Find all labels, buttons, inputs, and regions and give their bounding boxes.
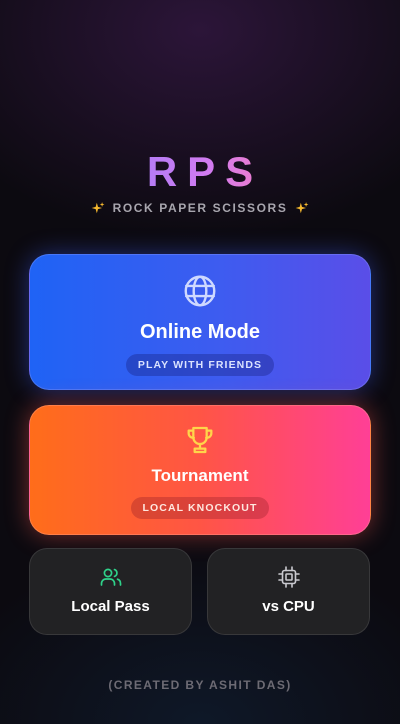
local-pass-button[interactable]: Local Pass: [29, 548, 192, 635]
sparkles-icon: [91, 202, 104, 214]
online-mode-button[interactable]: Online Mode PLAY WITH FRIENDS: [29, 254, 371, 390]
globe-icon: [184, 275, 216, 307]
creator-credit: (CREATED BY ASHIT DAS): [108, 678, 292, 692]
tournament-title: Tournament: [151, 466, 249, 485]
sparkles-icon: [296, 202, 309, 214]
trophy-icon: [187, 426, 213, 454]
online-mode-tag: PLAY WITH FRIENDS: [125, 354, 275, 376]
app-title: RPS: [146, 148, 264, 195]
cpu-chip-icon: [277, 566, 300, 588]
users-icon: [100, 568, 121, 586]
online-mode-title: Online Mode: [140, 321, 260, 343]
subtitle-text: ROCK PAPER SCISSORS: [112, 201, 288, 215]
tournament-button[interactable]: Tournament LOCAL KNOCKOUT: [29, 405, 371, 535]
local-pass-title: Local Pass: [71, 598, 150, 615]
app-subtitle: ROCK PAPER SCISSORS: [0, 201, 400, 215]
vs-cpu-button[interactable]: vs CPU: [207, 548, 370, 635]
tournament-tag: LOCAL KNOCKOUT: [130, 497, 270, 519]
vs-cpu-title: vs CPU: [262, 598, 315, 615]
